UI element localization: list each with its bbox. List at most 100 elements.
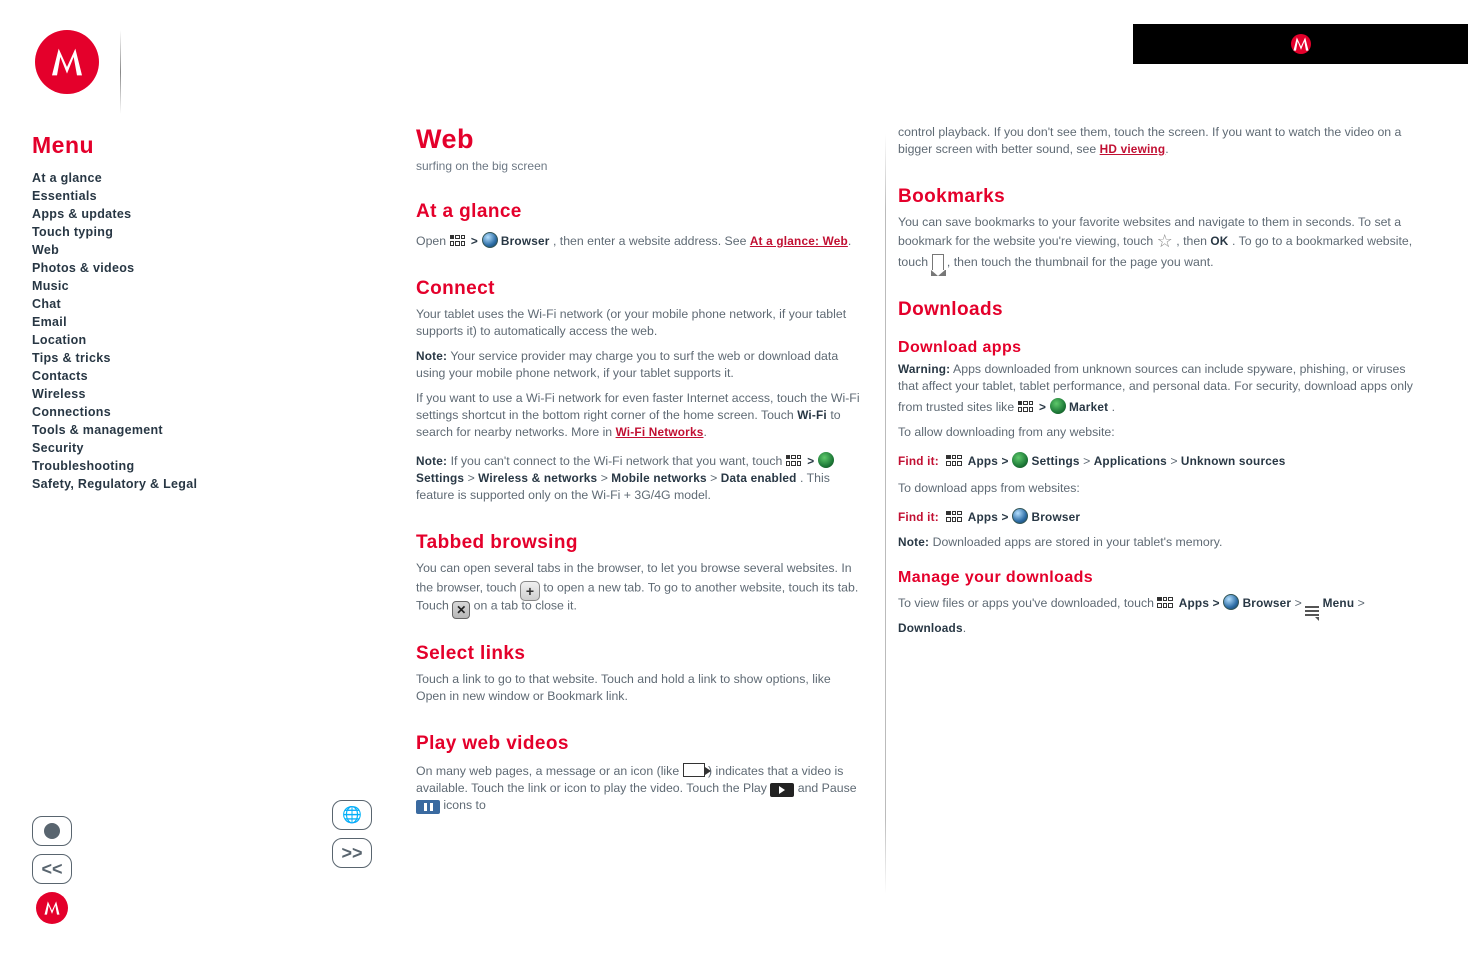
nav-home-button[interactable] <box>32 816 72 846</box>
label: Applications <box>1094 454 1167 468</box>
nav-back-button[interactable]: << <box>32 854 72 884</box>
section-play-web-videos: Play web videos <box>416 733 862 755</box>
play-icon <box>770 783 794 797</box>
text: > <box>1358 596 1365 610</box>
menu-list: At a glance Essentials Apps & updates To… <box>32 169 372 493</box>
star-icon: ☆ <box>1157 233 1173 250</box>
menu-item[interactable]: Contacts <box>32 367 372 385</box>
section-download-apps: Download apps <box>898 339 1414 357</box>
menu-item[interactable]: Troubleshooting <box>32 457 372 475</box>
motorola-logo-icon <box>35 30 99 94</box>
globe-cursor-icon: 🌐 <box>342 805 362 825</box>
menu-item[interactable]: Essentials <box>32 187 372 205</box>
text: , then enter a website address. See <box>553 234 750 248</box>
text: Apps downloaded from unknown sources can… <box>898 362 1413 414</box>
globe-icon <box>1012 508 1028 524</box>
m-glyph-icon <box>42 898 62 918</box>
motorola-logo-small-icon <box>1291 34 1311 54</box>
text: If you want to use a Wi-Fi network for e… <box>416 391 860 422</box>
menu-item[interactable]: Wireless <box>32 385 372 403</box>
menu-item[interactable]: Connections <box>32 403 372 421</box>
apps-grid-icon <box>946 511 964 523</box>
menu-item[interactable]: Safety, Regulatory & Legal <box>32 475 372 493</box>
note-label: Note: <box>898 535 929 549</box>
pause-icon <box>416 800 440 814</box>
menu-item[interactable]: Music <box>32 277 372 295</box>
content-column-1: Web surfing on the big screen At a glanc… <box>416 124 886 814</box>
menu-item[interactable]: Tools & management <box>32 421 372 439</box>
section-manage-downloads: Manage your downloads <box>898 569 1414 587</box>
section-bookmarks: Bookmarks <box>898 186 1414 208</box>
text: To view files or apps you've downloaded,… <box>898 596 1157 610</box>
motorola-support-button[interactable] <box>36 892 68 924</box>
body-text: Your tablet uses the Wi-Fi network (or y… <box>416 306 862 340</box>
at-a-glance-web-link[interactable]: At a glance: Web <box>750 234 848 248</box>
note-label: Note: <box>416 349 447 363</box>
menu-item[interactable]: Web <box>32 241 372 259</box>
body-text: You can save bookmarks to your favorite … <box>898 214 1414 271</box>
text: . <box>1165 142 1168 156</box>
bottom-right-of-left-controls: 🌐 >> <box>332 800 372 868</box>
menu-item[interactable]: At a glance <box>32 169 372 187</box>
nav-forward-button[interactable]: >> <box>332 838 372 868</box>
menu-title: Menu <box>32 132 372 159</box>
menu-item[interactable]: Tips & tricks <box>32 349 372 367</box>
note-label: Note: <box>416 454 447 468</box>
close-tab-icon: ✕ <box>452 601 470 619</box>
nav-globe-button[interactable]: 🌐 <box>332 800 372 830</box>
label: Browser <box>1032 510 1081 524</box>
label: Downloads <box>898 621 963 635</box>
bottom-left-controls: << <box>32 816 72 924</box>
menu-item[interactable]: Email <box>32 313 372 331</box>
text: . <box>963 621 966 635</box>
m-glyph-icon <box>1291 34 1311 54</box>
text: If you can't connect to the Wi-Fi networ… <box>451 454 786 468</box>
label: > <box>471 234 482 248</box>
menu-item[interactable]: Location <box>32 331 372 349</box>
body-text: Open > Browser , then enter a website ad… <box>416 229 862 250</box>
text: Open <box>416 234 450 248</box>
text: > <box>1083 454 1094 468</box>
menu-item[interactable]: Chat <box>32 295 372 313</box>
section-downloads: Downloads <box>898 299 1414 321</box>
video-icon <box>683 763 705 777</box>
m-glyph-icon <box>47 42 87 82</box>
find-it: Find it: Apps > Settings > Applications … <box>898 449 1414 470</box>
wifi-networks-link[interactable]: Wi-Fi Networks <box>616 425 704 439</box>
body-text: You can open several tabs in the browser… <box>416 560 862 615</box>
hd-viewing-link[interactable]: HD viewing <box>1100 142 1166 156</box>
label: Data enabled <box>721 471 797 485</box>
apps-grid-icon <box>1157 597 1175 609</box>
label: Wireless & networks <box>478 471 597 485</box>
text: Downloaded apps are stored in your table… <box>933 535 1223 549</box>
text: On many web pages, a message or an icon … <box>416 764 683 778</box>
column-divider <box>885 134 886 894</box>
left-panel: Menu At a glance Essentials Apps & updat… <box>32 30 372 493</box>
label: Settings <box>1032 454 1080 468</box>
label: Unknown sources <box>1181 454 1286 468</box>
menu-item[interactable]: Touch typing <box>32 223 372 241</box>
apps-grid-icon <box>1018 401 1036 413</box>
text: Your service provider may charge you to … <box>416 349 838 380</box>
body-text: To view files or apps you've downloaded,… <box>898 591 1414 637</box>
label: > <box>1039 400 1050 414</box>
label: Apps > <box>968 510 1012 524</box>
find-it-label: Find it: <box>898 510 939 524</box>
settings-icon <box>818 452 834 468</box>
find-it-label: Find it: <box>898 454 939 468</box>
apps-grid-icon <box>450 235 468 247</box>
menu-item[interactable]: Security <box>32 439 372 457</box>
market-label: Market <box>1069 400 1108 414</box>
browser-label: Browser <box>501 234 550 248</box>
section-tabbed-browsing: Tabbed browsing <box>416 532 862 554</box>
body-text: If you want to use a Wi-Fi network for e… <box>416 390 862 441</box>
bookmark-icon <box>932 254 944 270</box>
text: > <box>710 471 721 485</box>
body-text: control playback. If you don't see them,… <box>898 124 1414 158</box>
new-tab-icon: + <box>520 581 540 601</box>
page-subtitle: surfing on the big screen <box>416 159 862 173</box>
menu-item[interactable]: Apps & updates <box>32 205 372 223</box>
menu-item[interactable]: Photos & videos <box>32 259 372 277</box>
text: . <box>703 425 706 439</box>
globe-icon <box>1223 594 1239 610</box>
